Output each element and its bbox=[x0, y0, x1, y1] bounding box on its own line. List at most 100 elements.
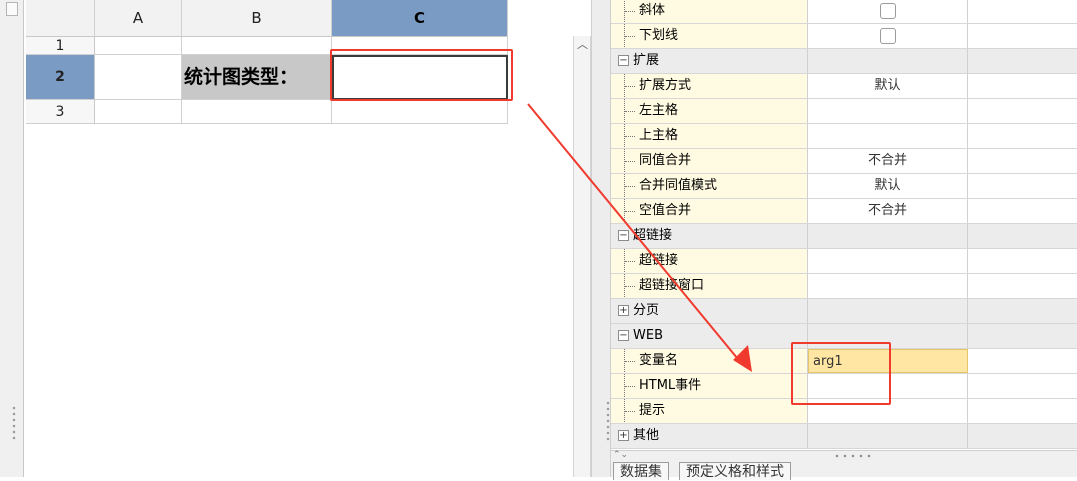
property-section-label: 扩展 bbox=[633, 53, 660, 68]
property-value-cell[interactable] bbox=[808, 24, 968, 48]
cell-b1[interactable] bbox=[182, 37, 332, 55]
drag-handle-icon[interactable] bbox=[606, 400, 610, 442]
property-name-cell[interactable]: 变量名 bbox=[611, 349, 808, 373]
property-extra-cell bbox=[968, 249, 1077, 273]
property-row[interactable]: 下划线 bbox=[611, 24, 1077, 49]
property-row[interactable]: + 分页 bbox=[611, 299, 1077, 324]
column-header-b[interactable]: B bbox=[182, 0, 332, 37]
property-label: 超链接 bbox=[639, 253, 679, 268]
property-value-cell[interactable] bbox=[808, 0, 968, 23]
property-name-cell[interactable]: + 其他 bbox=[611, 424, 808, 448]
property-value-cell[interactable] bbox=[808, 424, 968, 448]
tree-connector-line bbox=[625, 111, 635, 112]
collapse-minus-icon[interactable]: − bbox=[618, 330, 629, 341]
property-name-cell[interactable]: 左主格 bbox=[611, 99, 808, 123]
cell-b3[interactable] bbox=[182, 100, 332, 124]
property-name-cell[interactable]: 斜体 bbox=[611, 0, 808, 23]
property-value-cell[interactable] bbox=[808, 124, 968, 148]
property-row[interactable]: 空值合并 不合并 bbox=[611, 199, 1077, 224]
property-row[interactable]: 超链接 bbox=[611, 249, 1077, 274]
collapse-icon[interactable] bbox=[6, 2, 18, 16]
cell-c3[interactable] bbox=[332, 100, 508, 124]
property-label: 提示 bbox=[639, 403, 666, 418]
property-name-cell[interactable]: − 扩展 bbox=[611, 49, 808, 73]
row-header-2[interactable]: 2 bbox=[26, 55, 95, 100]
property-label: 扩展方式 bbox=[639, 78, 692, 93]
property-row[interactable]: 合并同值模式 默认 bbox=[611, 174, 1077, 199]
column-header-a[interactable]: A bbox=[95, 0, 182, 37]
property-row[interactable]: 左主格 bbox=[611, 99, 1077, 124]
property-name-cell[interactable]: − WEB bbox=[611, 324, 808, 348]
row-header-1[interactable]: 1 bbox=[26, 37, 95, 55]
property-value-cell[interactable] bbox=[808, 274, 968, 298]
drag-handle-icon[interactable] bbox=[12, 405, 16, 441]
property-value-cell[interactable] bbox=[808, 249, 968, 273]
checkbox[interactable] bbox=[879, 28, 896, 44]
tab-dataset[interactable]: 数据集 bbox=[613, 462, 669, 480]
expand-plus-icon[interactable]: + bbox=[618, 430, 629, 441]
property-value-cell[interactable]: 不合并 bbox=[808, 199, 968, 223]
left-toolbar-strip bbox=[0, 0, 24, 477]
expand-plus-icon[interactable]: + bbox=[618, 305, 629, 316]
row-header-3[interactable]: 3 bbox=[26, 100, 95, 124]
property-name-cell[interactable]: − 超链接 bbox=[611, 224, 808, 248]
cell-a3[interactable] bbox=[95, 100, 182, 124]
property-name-cell[interactable]: 扩展方式 bbox=[611, 74, 808, 98]
tree-connector-line bbox=[625, 286, 635, 287]
property-name-cell[interactable]: 上主格 bbox=[611, 124, 808, 148]
property-row[interactable]: 扩展方式 默认 bbox=[611, 74, 1077, 99]
property-value-cell[interactable]: 默认 bbox=[808, 74, 968, 98]
sheet-vertical-scrollbar[interactable]: ︿ bbox=[573, 36, 591, 477]
property-name-cell[interactable]: 合并同值模式 bbox=[611, 174, 808, 198]
resize-grip-icon[interactable] bbox=[833, 454, 873, 458]
property-label: 左主格 bbox=[639, 103, 679, 118]
cell-b2[interactable]: 统计图类型： bbox=[182, 55, 332, 100]
property-extra-cell bbox=[968, 124, 1077, 148]
tree-connector-line bbox=[625, 261, 635, 262]
property-panel-bottom: ⌃⌄ 数据集 预定义格和样式 bbox=[611, 450, 1077, 480]
property-value-cell[interactable] bbox=[808, 224, 968, 248]
property-section-label: 分页 bbox=[633, 303, 660, 318]
property-extra-cell bbox=[968, 274, 1077, 298]
panel-splitter[interactable] bbox=[591, 0, 611, 477]
collapse-minus-icon[interactable]: − bbox=[618, 230, 629, 241]
property-name-cell[interactable]: 同值合并 bbox=[611, 149, 808, 173]
tree-connector-line bbox=[625, 386, 635, 387]
property-extra-cell bbox=[968, 174, 1077, 198]
property-row[interactable]: 超链接窗口 bbox=[611, 274, 1077, 299]
property-name-cell[interactable]: 提示 bbox=[611, 399, 808, 423]
sheet-corner[interactable] bbox=[26, 0, 95, 37]
checkbox[interactable] bbox=[879, 3, 896, 19]
property-row[interactable]: − 扩展 bbox=[611, 49, 1077, 74]
collapse-minus-icon[interactable]: − bbox=[618, 55, 629, 66]
property-name-cell[interactable]: 超链接窗口 bbox=[611, 274, 808, 298]
property-label: 上主格 bbox=[639, 128, 679, 143]
highlight-box-cell-c2 bbox=[330, 49, 513, 101]
property-value-cell[interactable]: 不合并 bbox=[808, 149, 968, 173]
property-row[interactable]: 斜体 bbox=[611, 0, 1077, 24]
property-row[interactable]: + 其他 bbox=[611, 424, 1077, 449]
property-extra-cell bbox=[968, 299, 1077, 323]
cell-a2[interactable] bbox=[95, 55, 182, 100]
scroll-up-icon[interactable]: ︿ bbox=[576, 38, 589, 51]
property-extra-cell bbox=[968, 374, 1077, 398]
tab-predefined-styles[interactable]: 预定义格和样式 bbox=[679, 462, 791, 480]
property-row[interactable]: − 超链接 bbox=[611, 224, 1077, 249]
property-value-cell[interactable] bbox=[808, 49, 968, 73]
scroll-arrows-icon[interactable]: ⌃⌄ bbox=[613, 450, 628, 460]
column-header-c[interactable]: C bbox=[332, 0, 508, 37]
property-row[interactable]: 上主格 bbox=[611, 124, 1077, 149]
property-name-cell[interactable]: HTML事件 bbox=[611, 374, 808, 398]
property-name-cell[interactable]: 超链接 bbox=[611, 249, 808, 273]
property-name-cell[interactable]: + 分页 bbox=[611, 299, 808, 323]
property-name-cell[interactable]: 空值合并 bbox=[611, 199, 808, 223]
property-extra-cell bbox=[968, 399, 1077, 423]
property-label: 合并同值模式 bbox=[639, 178, 718, 193]
property-value-cell[interactable] bbox=[808, 99, 968, 123]
property-name-cell[interactable]: 下划线 bbox=[611, 24, 808, 48]
property-extra-cell bbox=[968, 49, 1077, 73]
property-value-cell[interactable] bbox=[808, 299, 968, 323]
property-value-cell[interactable]: 默认 bbox=[808, 174, 968, 198]
cell-a1[interactable] bbox=[95, 37, 182, 55]
property-row[interactable]: 同值合并 不合并 bbox=[611, 149, 1077, 174]
